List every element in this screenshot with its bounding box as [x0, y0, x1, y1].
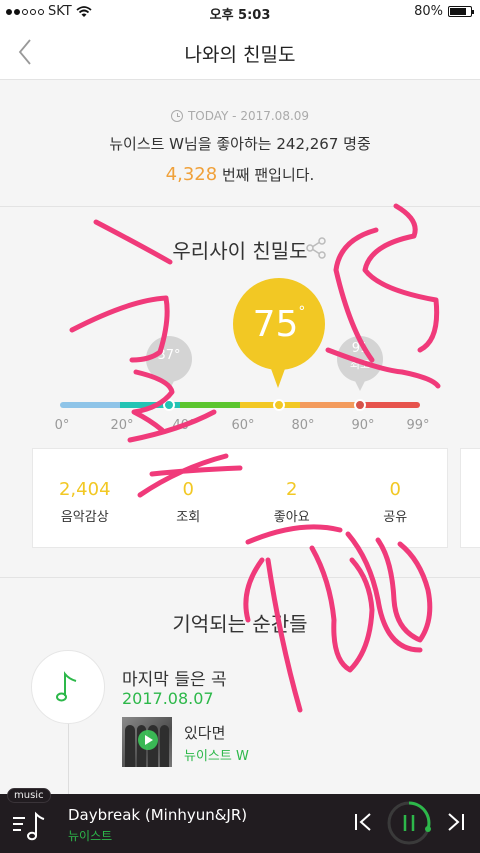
playlist-menu-icon[interactable] [10, 808, 46, 842]
next-track-icon[interactable] [445, 810, 467, 834]
memories-title: 기억되는 순간들 [172, 612, 308, 636]
page-title: 나와의 친밀도 [184, 44, 296, 66]
stat-listen: 2,404 음악감상 [33, 449, 137, 547]
scale-tick: 20° [110, 418, 134, 433]
clock-icon [170, 110, 183, 122]
music-note-badge [31, 650, 105, 724]
best-score-bubble: 91 최고 [337, 336, 383, 391]
pause-button-icon[interactable] [386, 800, 432, 846]
mini-player[interactable]: music Daybreak (Minhyun&JR) 뉴이스트 [0, 788, 480, 853]
scale-segment [60, 402, 120, 408]
play-icon[interactable] [138, 730, 158, 750]
fan-summary: TODAY - 2017.08.09 뉴이스트 W님을 좋아하는 242,267… [0, 81, 480, 207]
intimacy-title: 우리사이 친밀도 [172, 239, 308, 263]
best-marker [354, 399, 366, 411]
battery-percent: 80% [414, 4, 443, 19]
current-marker [273, 399, 285, 411]
stat-value: 2,404 [58, 479, 111, 500]
previous-track-icon[interactable] [352, 810, 374, 834]
clock-time: 오후 5:03 [209, 8, 271, 23]
scale-segment [300, 402, 360, 408]
stat-value: 0 [182, 479, 194, 500]
intimacy-scale-bar [60, 402, 420, 408]
stat-label: 음악감상 [60, 510, 109, 525]
fan-count-text: 뉴이스트 W님을 좋아하는 242,267 명중 [109, 135, 371, 153]
stat-label: 조회 [176, 510, 201, 525]
scale-segment [240, 402, 300, 408]
fan-rank-line: 4,328 번째 팬입니다. [0, 164, 480, 185]
scale-segment [360, 402, 420, 408]
last-song-heading: 마지막 들은 곡 [122, 670, 227, 690]
scale-tick: 40° [172, 418, 196, 433]
timeline-line [68, 715, 69, 795]
scale-tick: 99° [406, 418, 430, 433]
stat-value: 2 [286, 479, 298, 500]
stat-label: 좋아요 [273, 510, 310, 525]
now-playing-title[interactable]: Daybreak (Minhyun&JR) [68, 806, 247, 824]
scale-tick: 0° [54, 418, 70, 433]
activity-stats-card[interactable]: 2,404 음악감상 0 조회 2 좋아요 0 공유 [32, 448, 448, 548]
music-note-icon [56, 671, 77, 702]
current-score-bubble: 75 ° [233, 278, 325, 388]
music-tag: music [7, 788, 51, 803]
today-date-row: TODAY - 2017.08.09 [0, 109, 480, 123]
scale-tick: 90° [351, 418, 375, 433]
battery-status: 80% [414, 4, 474, 19]
degree-symbol: ° [298, 304, 306, 320]
nav-header: 나와의 친밀도 [0, 24, 480, 80]
today-date: TODAY - 2017.08.09 [187, 109, 310, 123]
scale-tick: 80° [291, 418, 315, 433]
song-title[interactable]: 있다면 [184, 722, 225, 743]
memories-section: 기억되는 순간들 마지막 들은 곡 2017.08.07 있다면 뉴이스트 W [0, 579, 480, 795]
previous-score: 37° [157, 348, 181, 363]
best-label: 최고 [349, 358, 371, 371]
stat-view: 0 조회 [137, 449, 241, 547]
scale-segment [180, 402, 240, 408]
share-icon[interactable] [305, 237, 327, 259]
stat-share: 0 공유 [344, 449, 448, 547]
scale-tick: 60° [231, 418, 255, 433]
previous-marker [163, 399, 175, 411]
stat-label: 공유 [383, 510, 408, 525]
status-bar: SKT 오후 5:03 80% [0, 0, 480, 24]
song-artist[interactable]: 뉴이스트 W [184, 745, 249, 764]
current-score: 75 [252, 303, 299, 345]
previous-score-bubble: 37° [146, 336, 192, 391]
fan-rank-suffix: 번째 팬입니다. [217, 166, 315, 184]
now-playing-artist[interactable]: 뉴이스트 [68, 827, 112, 844]
last-song-date: 2017.08.07 [122, 689, 214, 708]
stat-value: 0 [389, 479, 401, 500]
fan-rank-number: 4,328 [165, 164, 218, 185]
best-score: 91 [351, 341, 369, 356]
battery-icon [448, 6, 474, 17]
next-card-peek[interactable] [460, 448, 480, 548]
album-art[interactable] [122, 717, 172, 767]
stat-like: 2 좋아요 [240, 449, 344, 547]
intimacy-section: 우리사이 친밀도 37° 91 최고 75 ° 0° 20° 40° 60° 80… [0, 208, 480, 578]
